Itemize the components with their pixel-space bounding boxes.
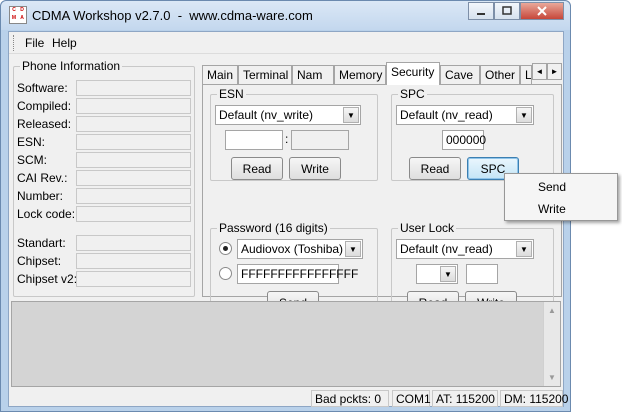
software-label: Software: — [17, 81, 68, 95]
cai-rev-label: CAI Rev.: — [17, 171, 68, 185]
main-window: C D M A CDMA Workshop v2.7.0 - www.cdma-… — [0, 0, 571, 412]
chipset-label: Chipset: — [17, 254, 62, 268]
number-field — [76, 188, 191, 204]
spc-read-button[interactable]: Read — [409, 157, 461, 180]
log-output[interactable]: ▲ ▼ — [11, 301, 561, 387]
logo-letter: A — [20, 15, 24, 21]
context-menu-send[interactable]: Send — [538, 180, 566, 194]
esn-field — [76, 134, 191, 150]
arrow-left-icon: ◄ — [535, 67, 544, 76]
tab-cave[interactable]: Cave — [440, 65, 480, 85]
standart-field — [76, 235, 191, 251]
tab-other[interactable]: Other — [480, 65, 520, 85]
password-preset-radio[interactable] — [219, 242, 232, 255]
logo-letter: C — [12, 7, 16, 13]
arrow-right-icon: ► — [550, 67, 559, 76]
tab-main[interactable]: Main — [202, 65, 238, 85]
spc-code-input[interactable]: 000000 — [442, 130, 486, 150]
status-bad-packets: Bad pckts: 0 — [311, 390, 389, 407]
logo-letter: M — [11, 15, 17, 21]
esn-label: ESN: — [17, 135, 46, 149]
password-preset-select[interactable]: Audiovox (Toshiba) ▼ — [237, 239, 363, 259]
compiled-label: Compiled: — [17, 99, 72, 113]
esn-input-2[interactable] — [291, 130, 349, 150]
close-button[interactable] — [520, 2, 564, 20]
scm-field — [76, 152, 191, 168]
spc-group-title: SPC — [398, 87, 427, 101]
minimize-button[interactable] — [468, 2, 494, 20]
maximize-icon — [502, 6, 512, 15]
phone-info-title: Phone Information — [20, 59, 123, 73]
released-field — [76, 116, 191, 132]
software-field — [76, 80, 191, 96]
esn-mode-value: Default (nv_write) — [219, 108, 314, 122]
status-bar: Bad pckts: 0 COM1 AT: 115200 DM: 115200 — [9, 389, 568, 407]
esn-mode-select[interactable]: Default (nv_write) ▼ — [215, 105, 361, 125]
chipset-v2-field — [76, 271, 191, 287]
menu-help[interactable]: Help — [52, 36, 77, 50]
lock-code-field — [76, 206, 191, 222]
minimize-icon — [477, 13, 485, 15]
password-custom-radio[interactable] — [219, 267, 232, 280]
logo-letter: D — [20, 7, 24, 13]
chevron-down-icon: ▼ — [345, 241, 361, 257]
tab-security[interactable]: Security — [386, 62, 440, 85]
maximize-button[interactable] — [494, 2, 520, 20]
spc-mode-value: Default (nv_read) — [400, 108, 493, 122]
context-menu-write[interactable]: Write — [538, 202, 566, 216]
compiled-field — [76, 98, 191, 114]
released-label: Released: — [17, 117, 72, 131]
client-area: File Help Phone Information Software: Co… — [8, 31, 568, 407]
close-icon — [537, 6, 547, 16]
menu-bar: File Help — [9, 32, 563, 54]
user-lock-mode-select[interactable]: Default (nv_read) ▼ — [396, 239, 534, 259]
spc-context-menu: Send Write — [504, 173, 618, 221]
title-bar[interactable]: C D M A CDMA Workshop v2.7.0 - www.cdma-… — [1, 1, 570, 30]
esn-input-1[interactable] — [225, 130, 283, 150]
tab-l[interactable]: L — [520, 65, 532, 85]
menu-file[interactable]: File — [25, 36, 44, 50]
chevron-down-icon: ▼ — [440, 266, 456, 282]
app-logo-icon: C D M A — [9, 6, 27, 24]
log-scrollbar[interactable]: ▲ ▼ — [543, 302, 560, 386]
chipset-v2-label: Chipset v2: — [17, 272, 78, 286]
tab-memory[interactable]: Memory — [334, 65, 386, 85]
user-lock-group-title: User Lock — [398, 221, 457, 235]
tab-scroll-right-button[interactable]: ► — [547, 63, 562, 80]
spc-mode-select[interactable]: Default (nv_read) ▼ — [396, 105, 534, 125]
chevron-down-icon: ▼ — [516, 107, 532, 123]
chevron-down-icon: ▼ — [516, 241, 532, 257]
esn-write-button[interactable]: Write — [289, 157, 341, 180]
phone-info-group: Phone Information Software: Compiled: Re… — [13, 59, 195, 297]
scroll-down-icon[interactable]: ▼ — [548, 373, 556, 382]
menu-grip — [13, 35, 15, 51]
number-label: Number: — [17, 189, 64, 203]
status-at-baud: AT: 115200 — [432, 390, 498, 407]
chevron-down-icon: ▼ — [343, 107, 359, 123]
esn-group-title: ESN — [217, 87, 246, 101]
user-lock-code-input[interactable] — [466, 264, 498, 284]
password-custom-input[interactable]: FFFFFFFFFFFFFFFF — [237, 264, 358, 284]
spc-group: SPC Default (nv_read) ▼ 000000 Read SPC — [391, 87, 554, 181]
standart-label: Standart: — [17, 236, 66, 250]
esn-read-button[interactable]: Read — [231, 157, 283, 180]
tab-nam[interactable]: Nam — [292, 65, 334, 85]
password-preset-value: Audiovox (Toshiba) — [241, 242, 344, 256]
cai-rev-field — [76, 170, 191, 186]
status-port: COM1 — [392, 390, 431, 407]
esn-separator: : — [285, 132, 289, 146]
tab-terminal[interactable]: Terminal — [238, 65, 292, 85]
lock-code-label: Lock code: — [17, 207, 76, 221]
password-group-title: Password (16 digits) — [217, 221, 330, 235]
scroll-up-icon[interactable]: ▲ — [548, 306, 556, 315]
tab-scroll-left-button[interactable]: ◄ — [532, 63, 547, 80]
chipset-field — [76, 253, 191, 269]
esn-group: ESN Default (nv_write) ▼ : Read Write — [210, 87, 378, 181]
scm-label: SCM: — [17, 153, 47, 167]
window-title: CDMA Workshop v2.7.0 - www.cdma-ware.com — [32, 8, 313, 23]
status-dm-baud: DM: 115200 — [500, 390, 568, 407]
user-lock-mode-value: Default (nv_read) — [400, 242, 493, 256]
user-lock-option-select[interactable]: ▼ — [416, 264, 458, 284]
